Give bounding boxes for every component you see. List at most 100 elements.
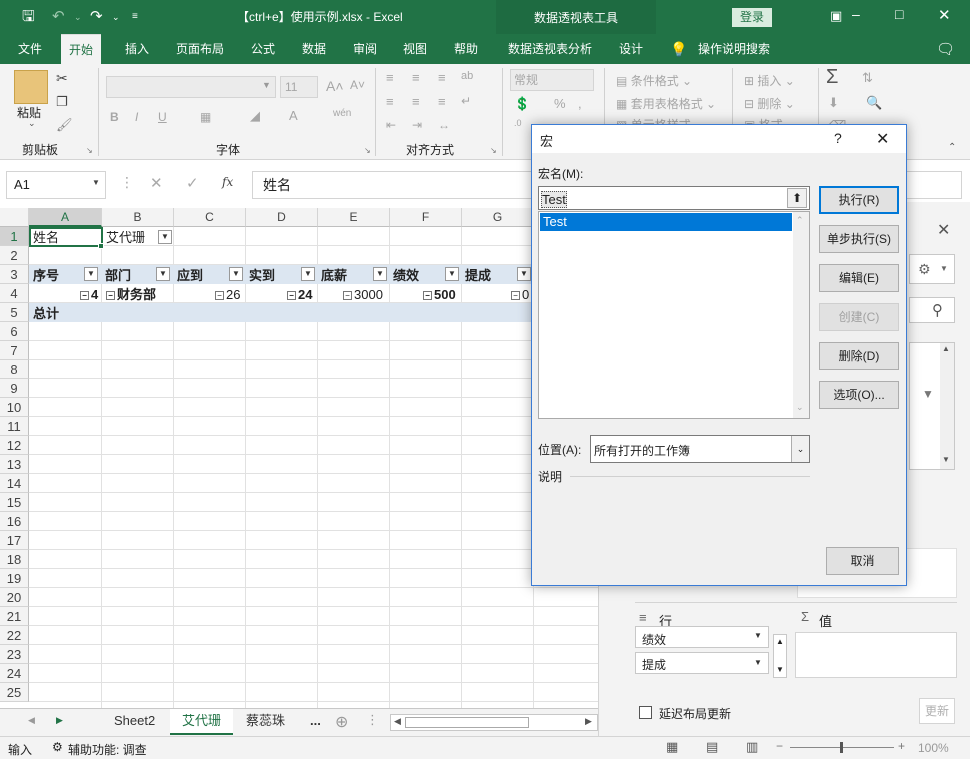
border-icon[interactable]: ▦ bbox=[200, 110, 211, 124]
fill-icon[interactable]: ⬇ bbox=[828, 95, 839, 111]
font-launcher-icon[interactable]: ↘ bbox=[364, 146, 371, 155]
tab-help[interactable]: 帮助 bbox=[446, 34, 486, 64]
sort-filter-icon[interactable]: ⇅ bbox=[862, 70, 873, 86]
row-header[interactable]: 14 bbox=[0, 474, 29, 493]
tab-insert[interactable]: 插入 bbox=[117, 34, 157, 64]
column-header-g[interactable]: G bbox=[462, 208, 534, 227]
row-header[interactable]: 3 bbox=[0, 265, 29, 284]
merge-icon[interactable]: ↔ bbox=[438, 118, 450, 132]
percent-icon[interactable]: % bbox=[554, 96, 566, 111]
row-header[interactable]: 10 bbox=[0, 398, 29, 417]
run-button[interactable]: 执行(R) bbox=[819, 186, 899, 214]
field-dropdown-icon[interactable]: ▼ bbox=[373, 267, 387, 281]
rows-area-scrollbar[interactable]: ▲ ▼ bbox=[773, 634, 787, 678]
page-layout-view-icon[interactable]: ▤ bbox=[706, 739, 718, 755]
field-dropdown-icon[interactable]: ▼ bbox=[156, 267, 170, 281]
normal-view-icon[interactable]: ▦ bbox=[666, 739, 678, 755]
update-button[interactable]: 更新 bbox=[919, 698, 955, 724]
row-header[interactable]: 23 bbox=[0, 645, 29, 664]
zoom-in-icon[interactable]: + bbox=[898, 739, 905, 753]
customize-qat-icon[interactable]: ≡ bbox=[132, 0, 138, 34]
edit-button[interactable]: 编辑(E) bbox=[819, 264, 899, 292]
delete-cells-button[interactable]: ⊟ 删除 ⌄ bbox=[744, 95, 795, 112]
name-box-dropdown-icon[interactable]: ▼ bbox=[92, 178, 100, 187]
bold-icon[interactable]: B bbox=[110, 110, 119, 124]
zoom-out-icon[interactable]: − bbox=[776, 739, 783, 753]
italic-icon[interactable]: I bbox=[135, 110, 138, 124]
close-icon[interactable]: ✕ bbox=[938, 6, 951, 24]
font-grow-icon[interactable]: A˄ bbox=[326, 78, 344, 94]
table-format-button[interactable]: ▦ 套用表格格式 ⌄ bbox=[616, 95, 716, 112]
fill-color-icon[interactable]: ◢ bbox=[250, 108, 260, 124]
row-header[interactable]: 15 bbox=[0, 493, 29, 512]
pivot-cell-perf[interactable]: −500 bbox=[423, 285, 456, 304]
font-name-dropdown-icon[interactable]: ▼ bbox=[262, 80, 271, 90]
name-box[interactable]: A1 bbox=[6, 171, 106, 199]
dialog-close-icon[interactable]: ✕ bbox=[876, 129, 889, 149]
field-list-scrollbar[interactable]: ▲ ▼ bbox=[940, 343, 954, 469]
orientation-icon[interactable]: ab bbox=[461, 70, 473, 82]
login-button[interactable]: 登录 bbox=[732, 8, 772, 27]
cancel-entry-icon[interactable]: ✕ bbox=[150, 174, 163, 192]
undo-dropdown-icon[interactable]: ⌄ bbox=[74, 0, 82, 34]
pivot-cell-bonus[interactable]: −0 bbox=[511, 285, 529, 304]
tab-review[interactable]: 审阅 bbox=[345, 34, 385, 64]
row-header[interactable]: 1 bbox=[0, 227, 29, 246]
undo-icon[interactable]: ↶ bbox=[52, 0, 65, 34]
scroll-up-icon[interactable]: ▲ bbox=[776, 637, 784, 646]
minimize-icon[interactable]: – bbox=[852, 6, 860, 22]
scroll-left-icon[interactable]: ◀ bbox=[394, 716, 401, 727]
field-dropdown-icon[interactable]: ▼ bbox=[445, 267, 459, 281]
collapse-icon[interactable]: − bbox=[423, 291, 432, 301]
pivot-cell-seq[interactable]: −4 bbox=[80, 285, 98, 304]
defer-update-checkbox[interactable] bbox=[639, 706, 652, 719]
field-dropdown-icon[interactable]: ▼ bbox=[229, 267, 243, 281]
page-break-view-icon[interactable]: ▥ bbox=[746, 739, 758, 755]
values-drop-area[interactable] bbox=[795, 632, 957, 678]
font-shrink-icon[interactable]: A˅ bbox=[350, 78, 365, 92]
column-header-c[interactable]: C bbox=[174, 208, 246, 227]
maximize-icon[interactable]: □ bbox=[895, 6, 903, 22]
next-sheet-icon[interactable]: ▶ bbox=[56, 715, 63, 726]
row-header[interactable]: 20 bbox=[0, 588, 29, 607]
row-header[interactable]: 19 bbox=[0, 569, 29, 588]
font-size-box[interactable]: 11 bbox=[280, 76, 318, 98]
underline-icon[interactable]: U bbox=[158, 110, 167, 124]
select-all-corner[interactable] bbox=[0, 208, 29, 227]
decrease-indent-icon[interactable]: ⇤ bbox=[386, 118, 396, 132]
pivot-cell-due[interactable]: −26 bbox=[215, 285, 240, 304]
scroll-down-icon[interactable]: ▼ bbox=[942, 455, 950, 464]
column-header-a[interactable]: A bbox=[29, 208, 102, 227]
find-select-icon[interactable]: 🔍 bbox=[866, 95, 882, 111]
currency-icon[interactable]: 💲 bbox=[514, 96, 530, 112]
field-dropdown-icon[interactable]: ▼ bbox=[84, 267, 98, 281]
tab-file[interactable]: 文件 bbox=[10, 34, 50, 64]
column-header-d[interactable]: D bbox=[246, 208, 318, 227]
collapse-icon[interactable]: − bbox=[215, 291, 224, 301]
row-header[interactable]: 17 bbox=[0, 531, 29, 550]
panel-close-icon[interactable]: ✕ bbox=[937, 220, 950, 240]
cancel-button[interactable]: 取消 bbox=[826, 547, 899, 575]
tab-home[interactable]: 开始 bbox=[61, 34, 102, 65]
ribbon-display-icon[interactable]: ▣ bbox=[830, 8, 842, 24]
tab-page-layout[interactable]: 页面布局 bbox=[168, 34, 232, 64]
field-dropdown-icon[interactable]: ▼ bbox=[517, 267, 531, 281]
align-bottom-icon[interactable]: ≡ bbox=[438, 70, 446, 85]
tab-view[interactable]: 视图 bbox=[395, 34, 435, 64]
comments-icon[interactable]: 🗨 bbox=[936, 40, 955, 58]
collapse-ribbon-icon[interactable]: ⌃ bbox=[948, 142, 956, 153]
scroll-up-icon[interactable]: ⌃ bbox=[796, 215, 804, 226]
collapse-icon[interactable]: − bbox=[511, 291, 520, 301]
collapse-icon[interactable]: − bbox=[106, 291, 115, 301]
sheet-tab-sheet2[interactable]: Sheet2 bbox=[102, 709, 167, 735]
step-into-button[interactable]: 单步执行(S) bbox=[819, 225, 899, 253]
alignment-launcher-icon[interactable]: ↘ bbox=[490, 146, 497, 155]
paste-dropdown-icon[interactable]: ⌄ bbox=[28, 118, 36, 129]
scroll-up-icon[interactable]: ▲ bbox=[942, 344, 950, 353]
panel-settings-button[interactable]: ⚙ ▼ bbox=[909, 254, 955, 284]
row-header[interactable]: 6 bbox=[0, 322, 29, 341]
number-format-box[interactable]: 常规 bbox=[510, 69, 594, 91]
increase-decimal-icon[interactable]: .0 bbox=[514, 118, 522, 128]
horizontal-scroll-thumb[interactable] bbox=[405, 717, 529, 728]
row-field-item[interactable]: 提成 ▼ bbox=[635, 652, 769, 674]
